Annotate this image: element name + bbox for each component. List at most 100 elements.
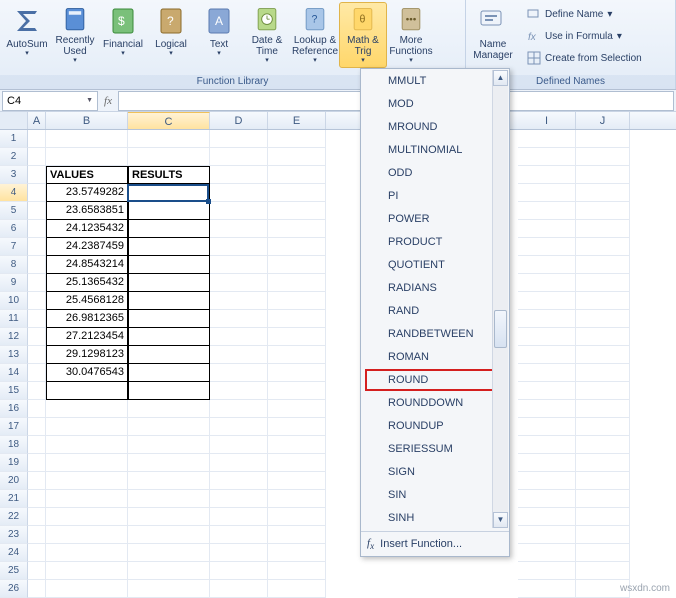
cell[interactable] xyxy=(28,292,46,310)
cell[interactable] xyxy=(210,292,268,310)
cell[interactable]: 24.2387459 xyxy=(46,238,128,256)
col-header[interactable]: B xyxy=(46,112,128,129)
cell[interactable] xyxy=(268,526,326,544)
cell[interactable] xyxy=(576,508,630,526)
row-header[interactable]: 10 xyxy=(0,292,28,310)
cell[interactable] xyxy=(128,580,210,598)
dropdown-item-quotient[interactable]: QUOTIENT xyxy=(365,254,505,276)
cell[interactable] xyxy=(28,472,46,490)
row-header[interactable]: 3 xyxy=(0,166,28,184)
scroll-thumb[interactable] xyxy=(494,310,507,348)
cell[interactable]: 23.6583851 xyxy=(46,202,128,220)
cell[interactable] xyxy=(210,454,268,472)
cell[interactable] xyxy=(210,166,268,184)
cell[interactable] xyxy=(28,436,46,454)
dropdown-item-mround[interactable]: MROUND xyxy=(365,116,505,138)
cell[interactable] xyxy=(210,220,268,238)
cell[interactable] xyxy=(46,580,128,598)
cell[interactable] xyxy=(28,490,46,508)
cell[interactable] xyxy=(46,130,128,148)
row-header[interactable]: 4 xyxy=(0,184,28,202)
cell[interactable] xyxy=(576,166,630,184)
cell[interactable] xyxy=(210,490,268,508)
cell[interactable] xyxy=(268,274,326,292)
dropdown-item-power[interactable]: POWER xyxy=(365,208,505,230)
cell[interactable] xyxy=(518,418,576,436)
cell[interactable] xyxy=(576,202,630,220)
row-header[interactable]: 13 xyxy=(0,346,28,364)
cell[interactable] xyxy=(28,526,46,544)
cell[interactable] xyxy=(576,310,630,328)
cell[interactable] xyxy=(518,166,576,184)
cell[interactable] xyxy=(128,310,210,328)
cell[interactable] xyxy=(576,148,630,166)
cell[interactable] xyxy=(576,328,630,346)
cell[interactable] xyxy=(28,364,46,382)
cell[interactable] xyxy=(576,184,630,202)
cell[interactable] xyxy=(576,220,630,238)
cell[interactable] xyxy=(576,130,630,148)
cell[interactable] xyxy=(268,292,326,310)
cell[interactable] xyxy=(128,562,210,580)
cell[interactable] xyxy=(128,256,210,274)
cell[interactable] xyxy=(28,418,46,436)
row-header[interactable]: 15 xyxy=(0,382,28,400)
cell[interactable] xyxy=(210,364,268,382)
use-in-formula-button[interactable]: fx Use in Formula ▾ xyxy=(523,26,646,46)
cell[interactable] xyxy=(576,364,630,382)
cell[interactable] xyxy=(46,454,128,472)
recently-used-button[interactable]: Recently Used▾ xyxy=(51,2,99,68)
cell[interactable] xyxy=(28,220,46,238)
insert-function-button[interactable]: fx Insert Function... xyxy=(361,531,509,556)
cell[interactable] xyxy=(518,274,576,292)
cell[interactable] xyxy=(46,526,128,544)
fill-handle[interactable] xyxy=(206,199,211,204)
row-header[interactable]: 22 xyxy=(0,508,28,526)
cell[interactable]: 24.8543214 xyxy=(46,256,128,274)
row-header[interactable]: 9 xyxy=(0,274,28,292)
cell[interactable] xyxy=(518,292,576,310)
cell[interactable] xyxy=(128,364,210,382)
cell[interactable] xyxy=(518,364,576,382)
row-header[interactable]: 6 xyxy=(0,220,28,238)
cell[interactable]: 26.9812365 xyxy=(46,310,128,328)
cell[interactable] xyxy=(268,580,326,598)
cell[interactable] xyxy=(28,148,46,166)
cell[interactable] xyxy=(128,382,210,400)
col-header[interactable]: D xyxy=(210,112,268,129)
scroll-up-arrow[interactable]: ▲ xyxy=(493,70,508,86)
cell[interactable] xyxy=(28,310,46,328)
col-header[interactable]: A xyxy=(28,112,46,129)
cell[interactable] xyxy=(576,238,630,256)
row-header[interactable]: 8 xyxy=(0,256,28,274)
logical-button[interactable]: ?Logical▾ xyxy=(147,2,195,68)
cell[interactable] xyxy=(210,544,268,562)
cell[interactable] xyxy=(268,364,326,382)
select-all-corner[interactable] xyxy=(0,112,28,129)
cell[interactable] xyxy=(576,544,630,562)
cell[interactable]: 23.5749282 xyxy=(46,184,128,202)
cell[interactable] xyxy=(210,526,268,544)
cell[interactable] xyxy=(128,202,210,220)
cell[interactable] xyxy=(128,526,210,544)
cell[interactable] xyxy=(518,220,576,238)
cell[interactable] xyxy=(210,184,268,202)
cell[interactable] xyxy=(518,346,576,364)
cell[interactable] xyxy=(518,454,576,472)
cell[interactable] xyxy=(518,328,576,346)
chevron-down-icon[interactable]: ▼ xyxy=(86,97,93,104)
cell[interactable] xyxy=(46,436,128,454)
cell[interactable] xyxy=(268,544,326,562)
cell[interactable] xyxy=(210,202,268,220)
cell[interactable] xyxy=(28,328,46,346)
dropdown-item-sinh[interactable]: SINH xyxy=(365,507,505,529)
cell[interactable] xyxy=(128,400,210,418)
cell[interactable] xyxy=(268,238,326,256)
cell[interactable] xyxy=(28,256,46,274)
cell[interactable] xyxy=(268,454,326,472)
define-name-button[interactable]: Define Name ▾ xyxy=(523,4,646,24)
cell[interactable]: 25.1365432 xyxy=(46,274,128,292)
cell[interactable] xyxy=(128,220,210,238)
cell[interactable]: 30.0476543 xyxy=(46,364,128,382)
cell[interactable] xyxy=(576,472,630,490)
